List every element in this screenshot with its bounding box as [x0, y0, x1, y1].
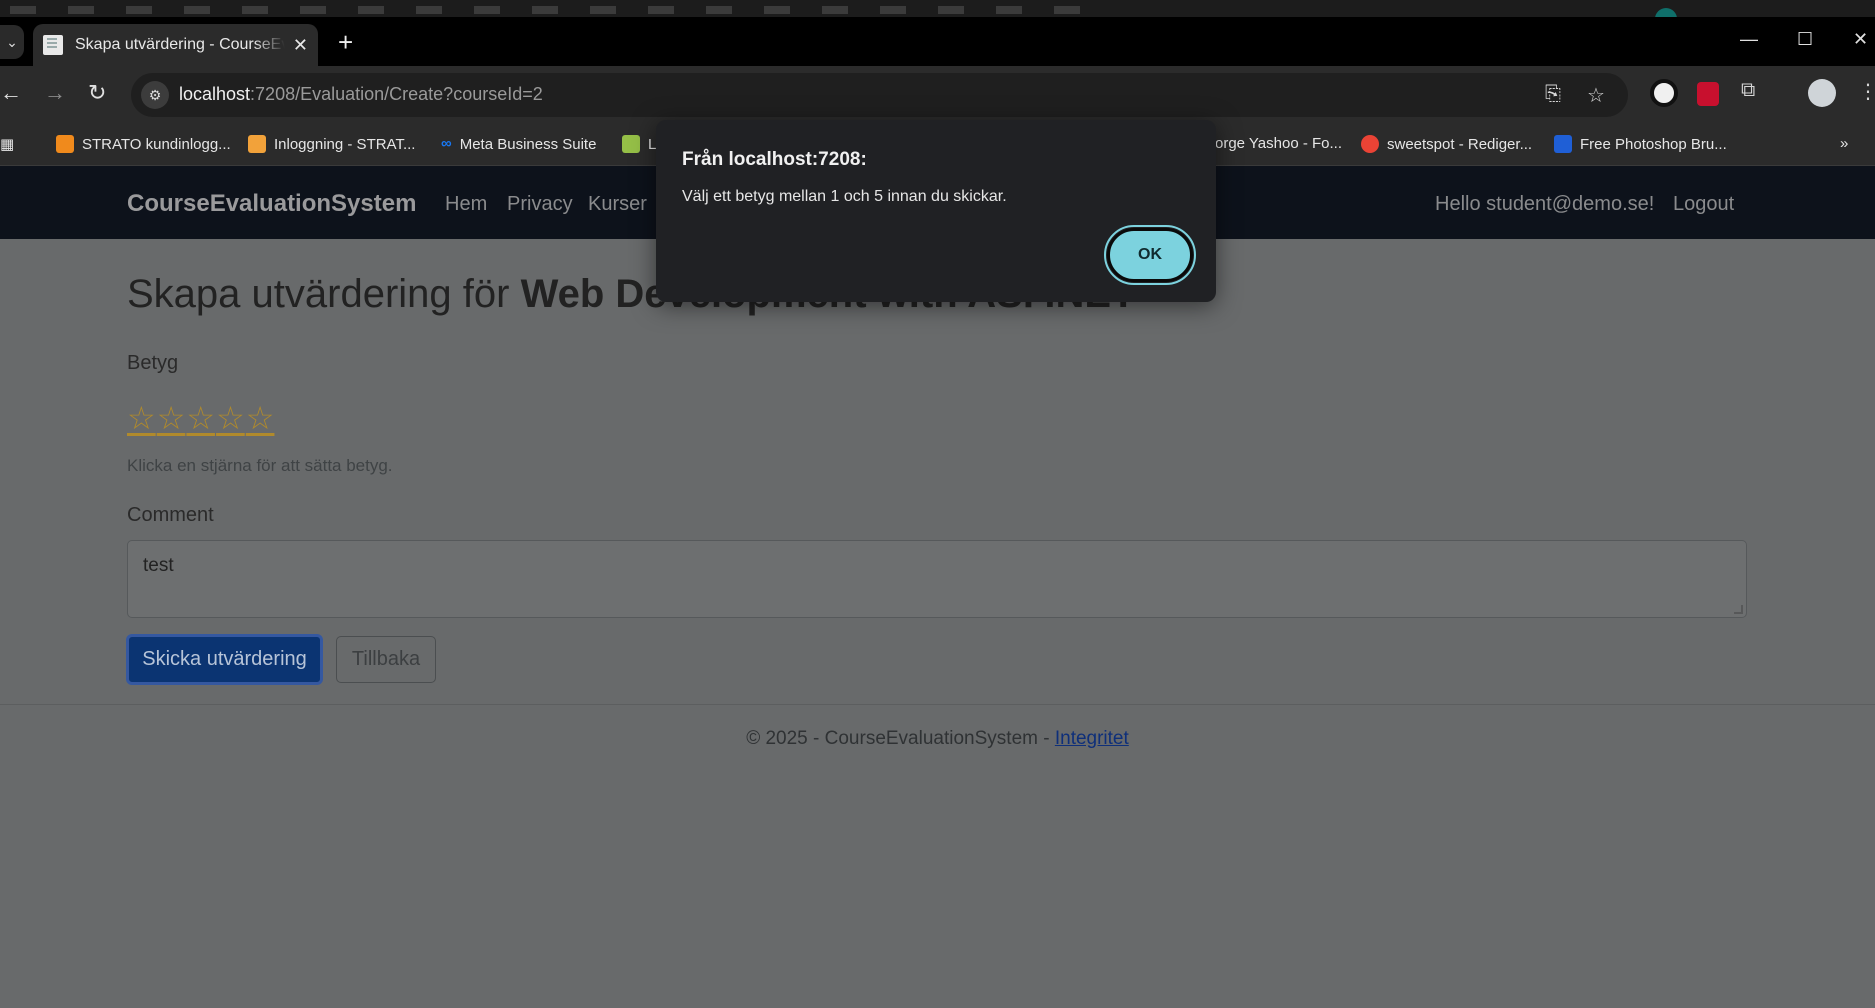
address-bar[interactable]: ⚙ localhost:7208/Evaluation/Create?cours… — [131, 73, 1628, 117]
rating-hint: Klicka en stjärna för att sätta betyg. — [127, 456, 393, 475]
chrome-icon — [1361, 135, 1379, 153]
meta-icon: ∞ — [441, 135, 452, 152]
extensions-puzzle-icon[interactable]: ⧉ — [1741, 79, 1755, 102]
star-3-icon[interactable]: ☆ — [186, 400, 215, 436]
bookmark-item[interactable]: STRATO kundinlogg... — [56, 135, 231, 153]
browser-toolbar: ← → ↻ ⚙ localhost:7208/Evaluation/Create… — [0, 66, 1875, 126]
apps-grid-icon[interactable]: ▦ — [0, 135, 14, 153]
star-4-icon[interactable]: ☆ — [216, 400, 245, 436]
bookmark-item[interactable]: sweetspot - Rediger... — [1361, 135, 1532, 153]
comment-value: test — [143, 555, 174, 576]
alert-title: Från localhost:7208: — [682, 149, 867, 170]
site-brand[interactable]: CourseEvaluationSystem — [127, 190, 416, 218]
privacy-footer-link[interactable]: Integritet — [1055, 728, 1129, 749]
logout-link[interactable]: Logout — [1673, 193, 1734, 216]
bookmark-item[interactable]: Inloggning - STRAT... — [248, 135, 415, 153]
resize-grip-icon[interactable] — [1734, 605, 1743, 614]
window-close-icon[interactable]: ✕ — [1853, 29, 1868, 50]
alert-dialog: Från localhost:7208: Välj ett betyg mell… — [656, 120, 1216, 302]
tab-close-icon[interactable]: ✕ — [293, 35, 308, 56]
back-button[interactable]: Tillbaka — [336, 636, 436, 683]
tab-search-dropdown-icon[interactable]: ⌄ — [0, 25, 24, 59]
comment-label: Comment — [127, 504, 214, 526]
star-rating[interactable]: ☆ ☆ ☆ ☆ ☆ — [127, 400, 275, 436]
site-footer: © 2025 - CourseEvaluationSystem - Integr… — [746, 728, 1129, 749]
translate-icon[interactable]: ⎘ — [1545, 83, 1561, 106]
browser-tab[interactable]: Skapa utvärdering - CourseEvaluationSyst… — [33, 24, 318, 66]
nav-link-hem[interactable]: Hem — [445, 193, 487, 216]
tab-bar: ⌄ Skapa utvärdering - CourseEvaluationSy… — [0, 17, 1875, 66]
new-tab-icon[interactable]: + — [338, 29, 353, 55]
star-2-icon[interactable]: ☆ — [157, 400, 186, 436]
forward-arrow-icon[interactable]: → — [44, 80, 66, 106]
rating-label: Betyg — [127, 352, 179, 374]
bookmark-item[interactable]: orge Yashoo - Fo... — [1215, 135, 1342, 152]
b-icon — [1554, 135, 1572, 153]
shopify-icon — [622, 135, 640, 153]
user-greeting[interactable]: Hello student@demo.se! — [1435, 193, 1654, 216]
star-5-icon[interactable]: ☆ — [246, 400, 275, 436]
bookmark-item[interactable]: Free Photoshop Bru... — [1554, 135, 1727, 153]
os-menu-strip — [0, 0, 1875, 17]
pdf-extension-icon[interactable] — [1697, 82, 1719, 106]
nav-link-kurser[interactable]: Kurser — [588, 193, 647, 216]
star-1-icon[interactable]: ☆ — [127, 400, 156, 436]
footer-divider — [0, 704, 1875, 705]
back-arrow-icon[interactable]: ← — [0, 80, 22, 106]
site-info-icon[interactable]: ⚙ — [141, 81, 169, 109]
bookmark-star-icon[interactable]: ☆ — [1587, 83, 1605, 108]
bookmark-item[interactable]: ∞ Meta Business Suite — [441, 135, 596, 153]
nav-link-privacy[interactable]: Privacy — [507, 193, 573, 216]
comment-textarea[interactable]: test — [127, 540, 1747, 618]
alert-message: Välj ett betyg mellan 1 och 5 innan du s… — [682, 188, 1007, 205]
mail-icon — [248, 135, 266, 153]
extension-icon[interactable] — [1650, 79, 1678, 107]
reload-icon[interactable]: ↻ — [88, 80, 106, 106]
alert-ok-button[interactable]: OK — [1104, 225, 1196, 285]
profile-dot-icon — [1655, 8, 1677, 17]
submit-evaluation-button[interactable]: Skicka utvärdering — [126, 634, 323, 685]
url-text[interactable]: localhost:7208/Evaluation/Create?courseI… — [179, 84, 543, 105]
strato-icon — [56, 135, 74, 153]
profile-avatar[interactable] — [1808, 79, 1836, 107]
menu-ghost — [10, 6, 1110, 14]
more-bookmarks-icon[interactable]: » — [1840, 135, 1848, 152]
maximize-icon[interactable]: ☐ — [1797, 29, 1813, 50]
page-favicon-icon — [43, 35, 63, 55]
menu-kebab-icon[interactable]: ⋮ — [1858, 79, 1875, 104]
minimize-icon[interactable]: — — [1740, 29, 1758, 50]
tab-title: Skapa utvärdering - CourseEvaluationSyst… — [75, 36, 285, 53]
